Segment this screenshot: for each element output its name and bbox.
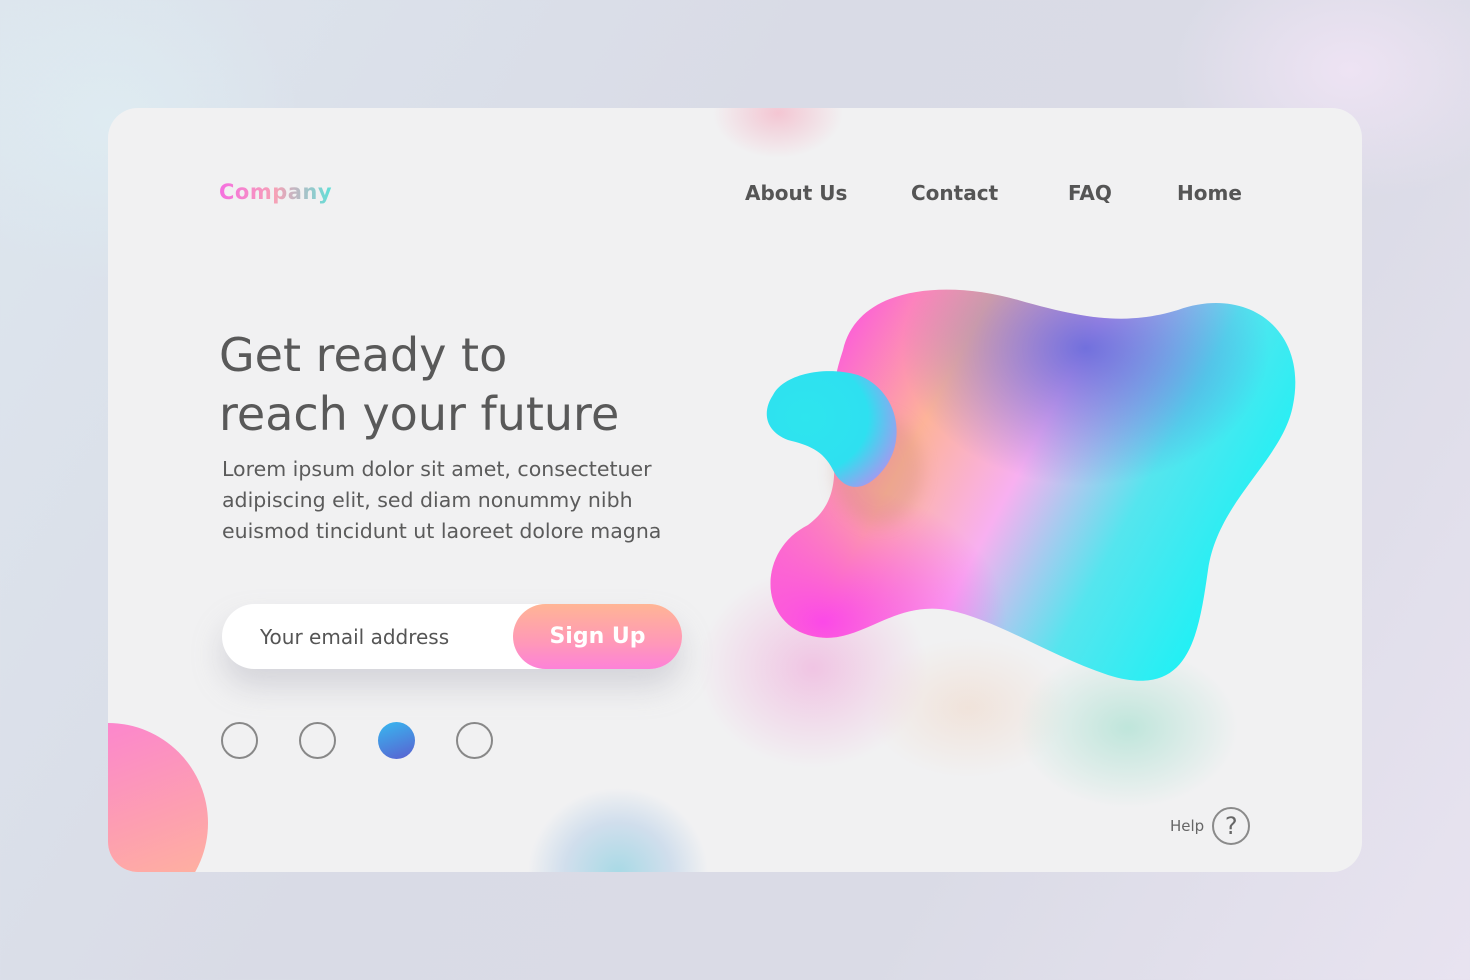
signup-form: Sign Up <box>222 604 682 669</box>
description-line: adipiscing elit, sed diam nonummy nibh <box>222 488 633 512</box>
small-blob <box>766 371 897 487</box>
company-logo[interactable]: Company <box>219 180 332 204</box>
landing-card: Company About Us Contact FAQ Home Get re… <box>108 108 1362 872</box>
decorative-blur-bottom <box>528 788 708 872</box>
hero-headline: Get ready to reach your future <box>219 326 739 444</box>
nav-about-us[interactable]: About Us <box>745 181 847 205</box>
description-line: Lorem ipsum dolor sit amet, consectetuer <box>222 457 652 481</box>
headline-line: Get ready to <box>219 328 508 382</box>
help-label[interactable]: Help <box>1170 817 1204 835</box>
nav-faq[interactable]: FAQ <box>1068 181 1112 205</box>
pagination-dot-4[interactable] <box>456 722 493 759</box>
decorative-blur-top <box>713 108 843 158</box>
pagination-dot-1[interactable] <box>221 722 258 759</box>
gradient-blob-illustration <box>766 289 1296 681</box>
decorative-corner-circle <box>108 723 208 872</box>
help-question-icon[interactable]: ? <box>1212 807 1251 845</box>
email-input[interactable] <box>222 604 522 669</box>
nav-home[interactable]: Home <box>1177 181 1242 205</box>
headline-line: reach your future <box>219 387 620 441</box>
pagination-dot-3-active[interactable] <box>378 722 415 759</box>
sign-up-button[interactable]: Sign Up <box>513 604 682 669</box>
help-widget: Help ? <box>1170 807 1251 845</box>
pagination-dot-2[interactable] <box>299 722 336 759</box>
hero-description: Lorem ipsum dolor sit amet, consectetuer… <box>222 454 702 547</box>
nav-contact[interactable]: Contact <box>911 181 998 205</box>
description-line: euismod tincidunt ut laoreet dolore magn… <box>222 519 662 543</box>
